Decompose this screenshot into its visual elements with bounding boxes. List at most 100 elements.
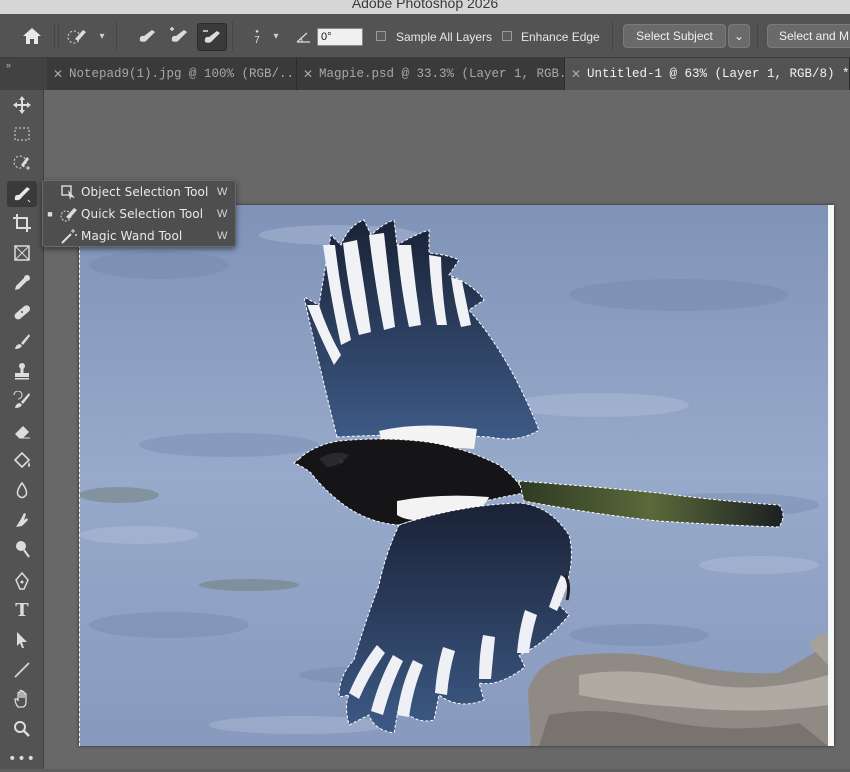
current-marker: ■ (47, 209, 53, 219)
enhance-edge-checkbox[interactable] (502, 31, 512, 41)
selection-tools-flyout: Object Selection Tool W ■ Quick Selectio… (42, 180, 236, 247)
flyout-item-object-selection[interactable]: Object Selection Tool W (43, 181, 235, 203)
chevron-down-icon: ▾ (99, 30, 105, 42)
line-icon (14, 662, 30, 678)
enhance-edge-label: Enhance Edge (521, 30, 600, 44)
history-brush-tool[interactable] (7, 388, 37, 414)
healing-brush-tool[interactable] (7, 299, 37, 325)
eyedropper-tool[interactable] (7, 270, 37, 296)
paint-bucket-tool[interactable] (7, 448, 37, 474)
new-selection-brush-icon (139, 30, 155, 42)
magpie-photo (79, 205, 828, 746)
brush-size-picker[interactable]: ● 7 (246, 22, 268, 52)
chevron-down-icon: ⌄ (733, 29, 745, 43)
stamp-icon (15, 363, 29, 380)
add-to-selection-button[interactable] (165, 23, 193, 49)
sample-all-layers-checkbox[interactable] (376, 31, 386, 41)
select-and-mask-button[interactable]: Select and M (767, 24, 850, 48)
eyedropper-icon (15, 275, 30, 290)
smudge-tool[interactable] (7, 507, 37, 533)
path-selection-tool[interactable] (7, 627, 37, 653)
hand-icon (14, 689, 27, 708)
tool-preset-dropdown[interactable]: ▾ (96, 26, 108, 46)
brush-size-value: 7 (254, 35, 260, 46)
home-icon (23, 28, 41, 44)
document-canvas[interactable] (79, 205, 834, 746)
ellipsis-icon: ••• (8, 751, 36, 767)
select-subject-button[interactable]: Select Subject (623, 24, 726, 48)
separator (757, 22, 758, 50)
separator (116, 22, 117, 50)
options-bar: ▾ ● 7 ▾ Sample All Layers Enhance Ed (0, 14, 850, 58)
dodge-tool[interactable] (7, 536, 37, 562)
new-selection-button[interactable] (133, 23, 161, 49)
flyout-item-label: Magic Wand Tool (81, 229, 183, 243)
blur-tool[interactable] (7, 478, 37, 504)
pen-tool[interactable] (7, 568, 37, 594)
tab-untitled-1[interactable]: ✕ Untitled-1 @ 63% (Layer 1, RGB/8) * (565, 58, 850, 90)
quick-selection-brush-icon (67, 30, 86, 44)
crop-icon (13, 214, 31, 232)
quick-selection-tool[interactable] (7, 181, 37, 207)
zoom-tool[interactable] (7, 716, 37, 742)
brush-options-dropdown[interactable]: ▾ (270, 26, 282, 46)
frame-icon (14, 245, 30, 261)
flyout-item-magic-wand[interactable]: Magic Wand Tool W (43, 225, 235, 247)
shortcut-key: W (217, 186, 228, 198)
close-icon[interactable]: ✕ (47, 67, 69, 81)
flyout-item-label: Quick Selection Tool (81, 207, 204, 221)
tool-preset-button[interactable] (64, 23, 92, 49)
pen-icon (15, 571, 29, 590)
marquee-tool[interactable] (7, 121, 37, 147)
tools-panel: T ••• (0, 90, 44, 769)
close-icon[interactable]: ✕ (297, 67, 319, 81)
object-selection-icon (57, 183, 81, 201)
tab-notepad9[interactable]: ✕ Notepad9(1).jpg @ 100% (RGB/... (47, 58, 297, 90)
crop-tool[interactable] (7, 210, 37, 236)
quick-selection-icon (57, 205, 81, 223)
separator (612, 22, 613, 50)
magnifier-icon (14, 721, 30, 737)
separator (58, 22, 59, 50)
tab-magpie[interactable]: ✕ Magpie.psd @ 33.3% (Layer 1, RGB... (297, 58, 565, 90)
tab-label: Magpie.psd @ 33.3% (Layer 1, RGB... (319, 67, 565, 81)
line-tool[interactable] (7, 657, 37, 683)
chevron-down-icon: ▾ (273, 30, 279, 42)
type-tool[interactable]: T (7, 597, 37, 623)
shortcut-key: W (217, 230, 228, 242)
separator (232, 22, 233, 50)
shortcut-key: W (217, 208, 228, 220)
move-icon (13, 96, 31, 114)
close-icon[interactable]: ✕ (565, 67, 587, 81)
select-subject-dropdown[interactable]: ⌄ (728, 24, 750, 48)
more-tools[interactable]: ••• (7, 746, 37, 772)
clone-stamp-tool[interactable] (7, 358, 37, 384)
bandage-icon (14, 305, 31, 320)
paint-bucket-icon (13, 451, 31, 469)
flyout-item-quick-selection[interactable]: ■ Quick Selection Tool W (43, 203, 235, 225)
angle-icon (295, 28, 313, 46)
brush-icon (15, 334, 30, 349)
blur-drop-icon (16, 481, 28, 499)
flyout-item-label: Object Selection Tool (81, 185, 209, 199)
subtract-from-selection-button[interactable] (197, 23, 227, 51)
eraser-icon (15, 426, 30, 439)
document-selection-edge (79, 205, 81, 746)
window-title: Adobe Photoshop 2026 (351, 0, 499, 11)
hand-tool[interactable] (7, 686, 37, 712)
eraser-tool[interactable] (7, 418, 37, 444)
frame-tool[interactable] (7, 240, 37, 266)
angle-input[interactable] (317, 28, 363, 46)
add-selection-brush-icon (170, 27, 187, 42)
home-button[interactable] (10, 23, 55, 49)
brush-tool[interactable] (7, 329, 37, 355)
arrow-pointer-icon (17, 632, 27, 648)
panel-grip-icon[interactable]: » (6, 60, 11, 70)
rectangular-marquee-icon (14, 127, 30, 141)
type-icon: T (15, 599, 29, 621)
object-selection-tool[interactable] (7, 150, 37, 176)
move-tool[interactable] (7, 92, 37, 118)
history-brush-icon (13, 391, 30, 408)
dodge-icon (16, 541, 30, 558)
smudge-icon (16, 513, 28, 527)
